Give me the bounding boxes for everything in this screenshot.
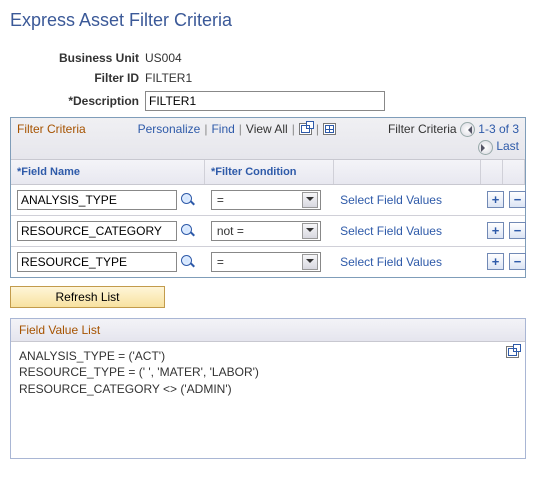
col-filter-condition[interactable]: *Filter Condition (205, 160, 334, 184)
grid-title: Filter Criteria (17, 122, 86, 136)
next-page-button[interactable] (478, 140, 493, 155)
filter-id-value: FILTER1 (145, 71, 192, 85)
refresh-list-button[interactable]: Refresh List (10, 286, 165, 308)
filter-condition-value: = (217, 255, 224, 269)
field-value-list-title: Field Value List (11, 319, 525, 342)
personalize-link[interactable]: Personalize (138, 122, 201, 136)
remove-row-button[interactable]: − (509, 191, 526, 208)
col-select-values (334, 160, 481, 184)
grid-nav: Filter Criteria 1-3 of 3 Last (388, 122, 519, 155)
chevron-down-icon (302, 223, 318, 239)
field-name-input[interactable] (17, 190, 177, 210)
field-name-input[interactable] (17, 221, 177, 241)
separator: | (316, 122, 319, 136)
separator: | (204, 122, 207, 136)
col-field-name[interactable]: *Field Name (11, 160, 205, 184)
grid-column-headers: *Field Name *Filter Condition (11, 160, 525, 185)
view-all-text[interactable]: View All (246, 122, 288, 136)
description-label: *Description (50, 94, 145, 108)
description-input[interactable] (145, 91, 385, 111)
lookup-icon[interactable] (180, 254, 196, 270)
grid-nav-label: Filter Criteria (388, 122, 457, 136)
filter-condition-value: not = (217, 224, 244, 238)
field-value-line: RESOURCE_TYPE = (' ', 'MATER', 'LABOR') (19, 364, 517, 381)
col-add (481, 160, 503, 184)
business-unit-value: US004 (145, 51, 182, 65)
page-title: Express Asset Filter Criteria (10, 10, 526, 31)
filter-id-label: Filter ID (50, 71, 145, 85)
lookup-icon[interactable] (180, 192, 196, 208)
field-value-line: ANALYSIS_TYPE = ('ACT') (19, 348, 517, 365)
find-link[interactable]: Find (211, 122, 234, 136)
col-remove (503, 160, 525, 184)
zoom-icon[interactable] (506, 346, 519, 358)
filter-condition-select[interactable]: = (211, 252, 321, 272)
download-grid-icon[interactable] (323, 123, 336, 135)
filter-condition-value: = (217, 193, 224, 207)
select-field-values-link[interactable]: Select Field Values (340, 193, 442, 207)
filter-condition-select[interactable]: = (211, 190, 321, 210)
field-value-list-section: Field Value List ANALYSIS_TYPE = ('ACT')… (10, 318, 526, 459)
business-unit-label: Business Unit (50, 51, 145, 65)
table-row: = Select Field Values + − (11, 247, 525, 277)
add-row-button[interactable]: + (487, 222, 504, 239)
table-row: = Select Field Values + − (11, 185, 525, 216)
separator: | (239, 122, 242, 136)
zoom-icon[interactable] (299, 123, 312, 135)
table-row: not = Select Field Values + − (11, 216, 525, 247)
remove-row-button[interactable]: − (509, 222, 526, 239)
remove-row-button[interactable]: − (509, 253, 526, 270)
filter-condition-select[interactable]: not = (211, 221, 321, 241)
field-name-input[interactable] (17, 252, 177, 272)
filter-criteria-grid: Filter Criteria Personalize | Find | Vie… (10, 117, 526, 278)
grid-body: = Select Field Values + − not = Select F… (11, 185, 525, 277)
lookup-icon[interactable] (180, 223, 196, 239)
last-page-link[interactable]: Last (496, 139, 519, 153)
field-value-line: RESOURCE_CATEGORY <> ('ADMIN') (19, 381, 517, 398)
select-field-values-link[interactable]: Select Field Values (340, 224, 442, 238)
select-field-values-link[interactable]: Select Field Values (340, 255, 442, 269)
header-fields: Business Unit US004 Filter ID FILTER1 *D… (50, 51, 526, 111)
add-row-button[interactable]: + (487, 191, 504, 208)
prev-page-button[interactable] (460, 122, 475, 137)
field-value-list-body: ANALYSIS_TYPE = ('ACT') RESOURCE_TYPE = … (11, 342, 525, 458)
chevron-down-icon (302, 192, 318, 208)
chevron-down-icon (302, 254, 318, 270)
separator: | (292, 122, 295, 136)
add-row-button[interactable]: + (487, 253, 504, 270)
range-link[interactable]: 1-3 of 3 (478, 122, 519, 136)
